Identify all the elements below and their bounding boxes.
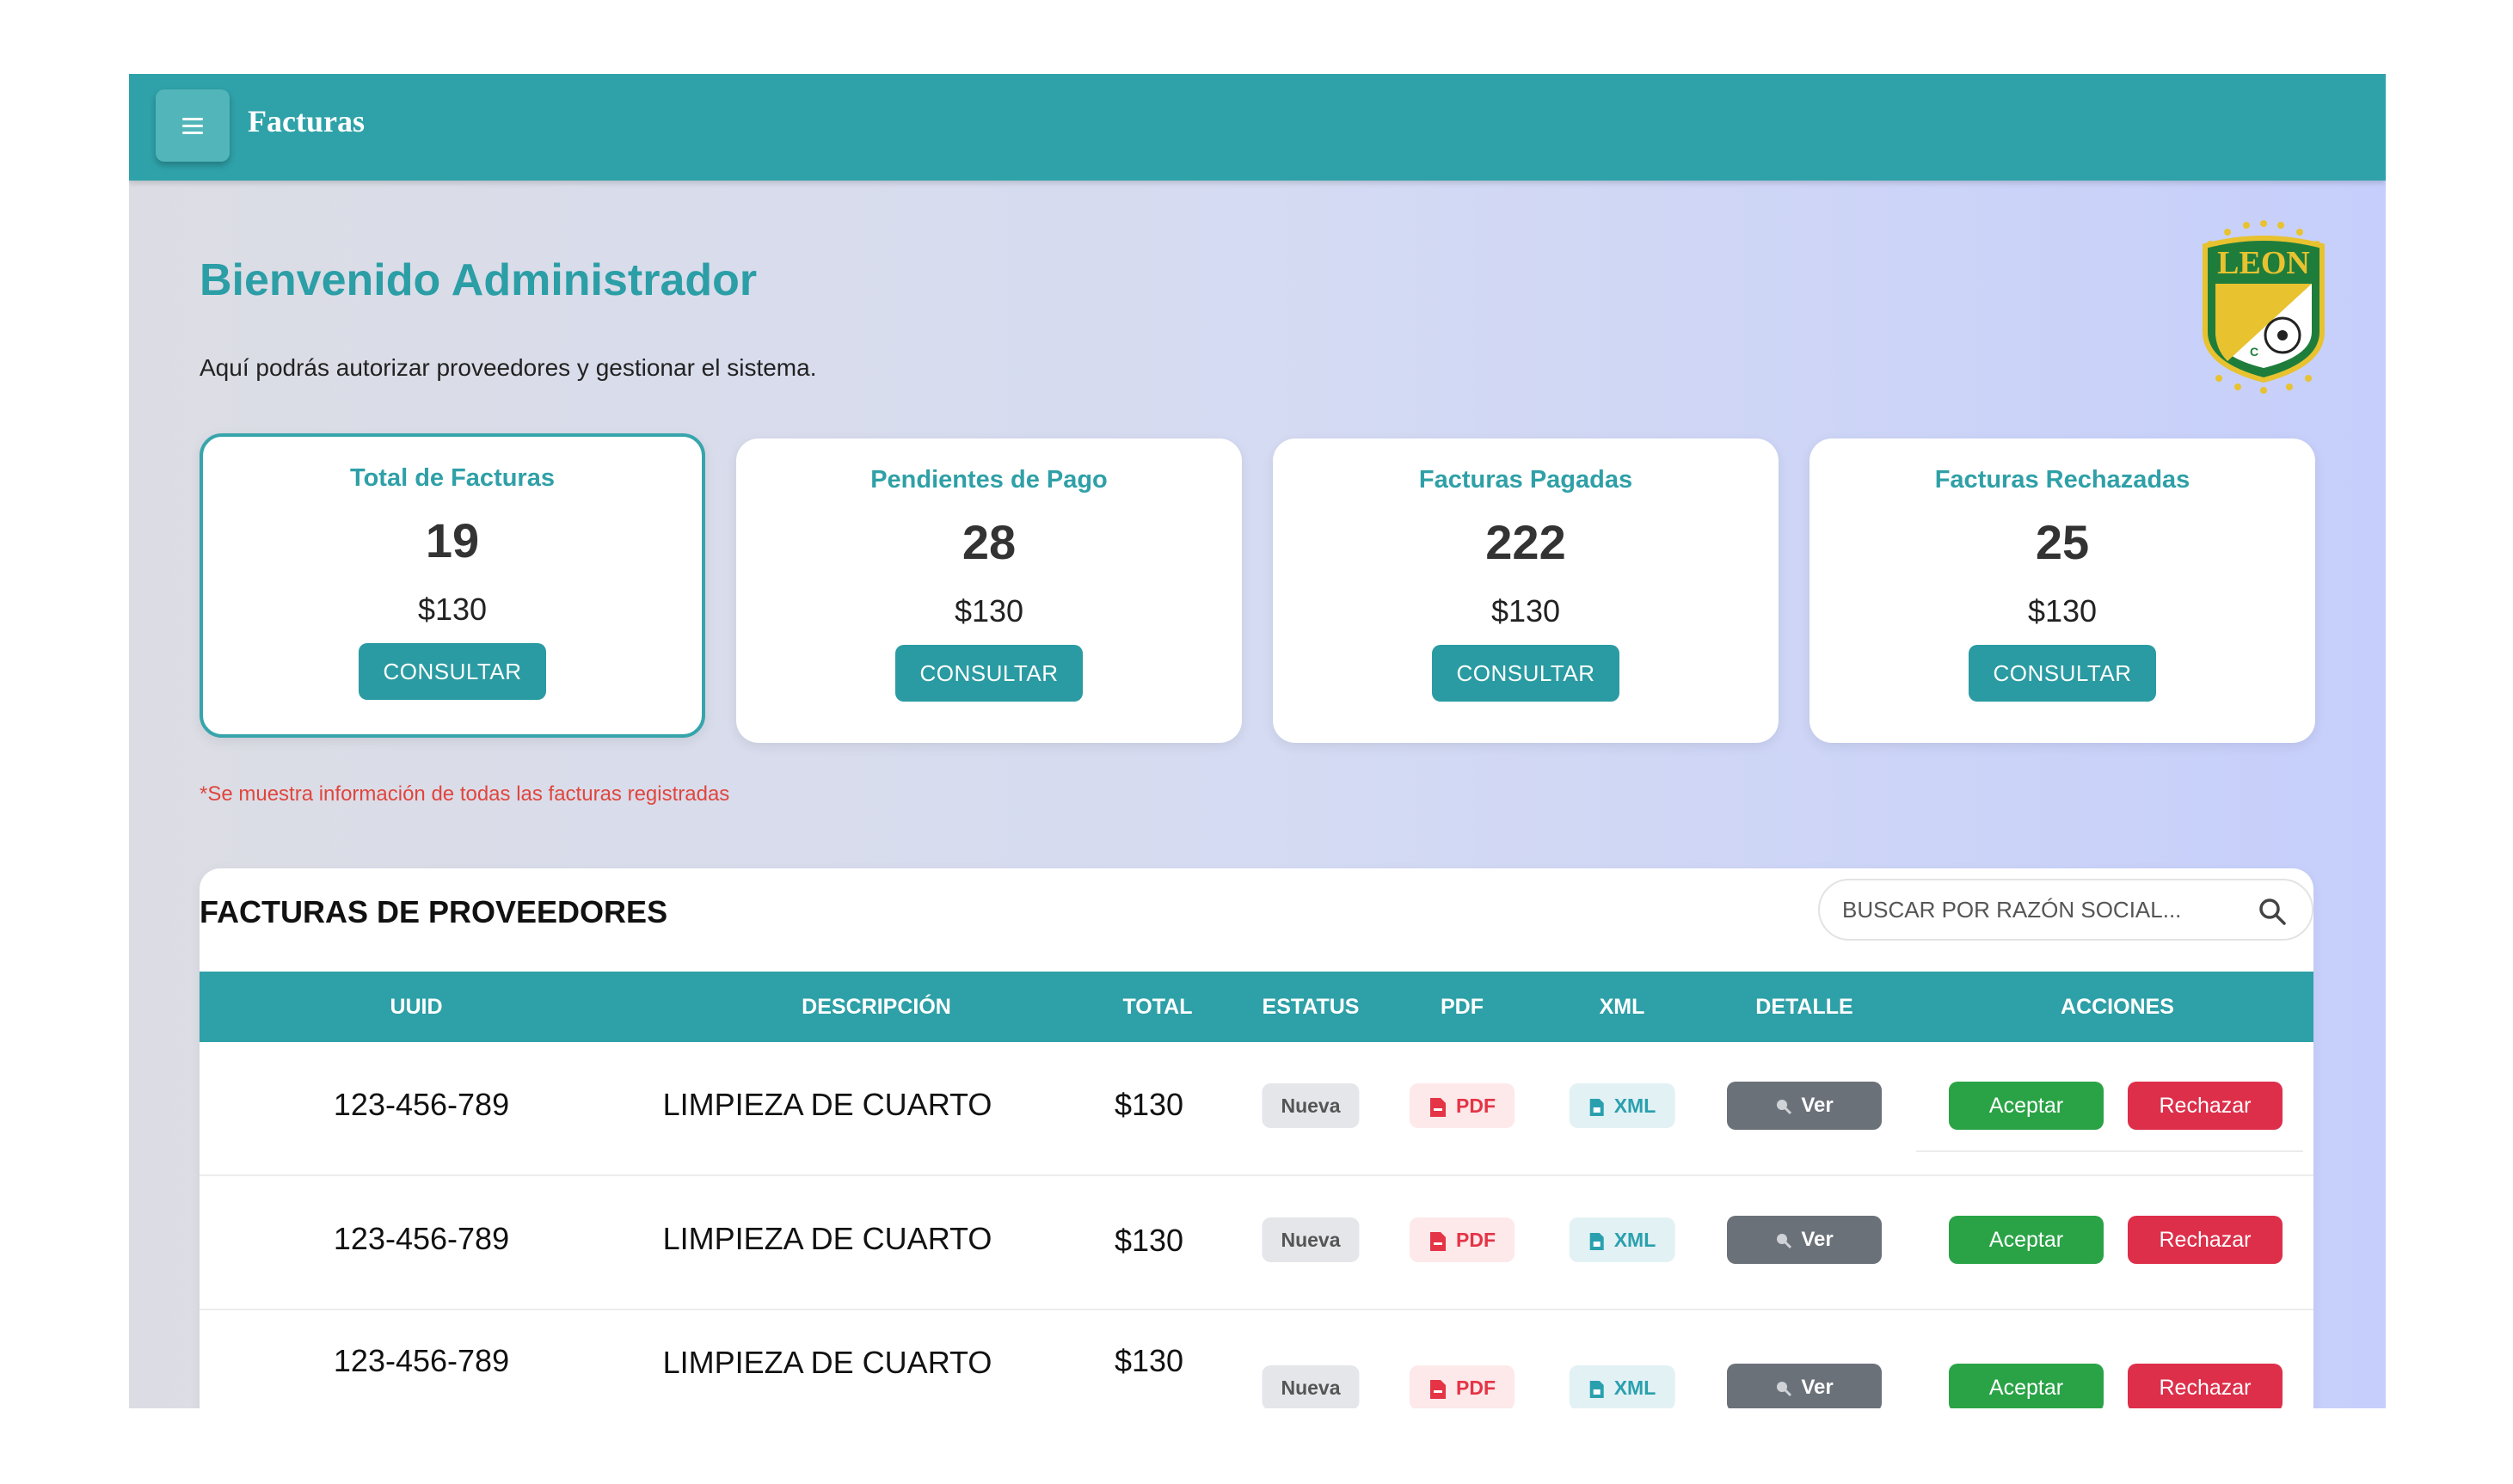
card-title: Facturas Rechazadas xyxy=(1934,466,2190,494)
magnifier-icon xyxy=(1777,1381,1792,1396)
card-count: 19 xyxy=(425,513,480,567)
card-amount: $130 xyxy=(1490,593,1561,629)
consultar-button[interactable]: CONSULTAR xyxy=(1969,645,2156,702)
search-icon[interactable] xyxy=(2257,896,2288,927)
cell-uuid: 123-456-789 xyxy=(333,1221,510,1256)
rechazar-button[interactable]: Rechazar xyxy=(2128,1216,2283,1264)
column-acciones: ACCIONES xyxy=(2061,995,2174,1019)
pdf-label: PDF xyxy=(1456,1095,1496,1117)
ver-label: Ver xyxy=(1801,1228,1834,1251)
consultar-button[interactable]: CONSULTAR xyxy=(895,645,1083,702)
cell-uuid: 123-456-789 xyxy=(333,1087,510,1122)
svg-text:LEON: LEON xyxy=(2217,245,2310,281)
table-row: 123-456-789 LIMPIEZA DE CUARTO $130 Nuev… xyxy=(200,1042,2313,1176)
cell-total: $130 xyxy=(1114,1223,1184,1258)
cell-uuid: 123-456-789 xyxy=(333,1343,510,1378)
card-title: Total de Facturas xyxy=(350,464,555,492)
cell-descripcion: LIMPIEZA DE CUARTO xyxy=(662,1221,992,1256)
rechazar-button[interactable]: Rechazar xyxy=(2128,1364,2283,1408)
welcome-title: Bienvenido Administrador xyxy=(200,255,758,305)
search-box xyxy=(1818,879,2313,941)
column-estatus: ESTATUS xyxy=(1262,995,1360,1019)
card-amount: $130 xyxy=(417,592,488,627)
column-descripcion: DESCRIPCIÓN xyxy=(802,995,951,1019)
card-title: Pendientes de Pago xyxy=(870,466,1108,494)
ver-detalle-button[interactable]: Ver xyxy=(1727,1216,1882,1264)
app-window: Facturas Bienvenido Administrador Aquí p… xyxy=(129,74,2386,1408)
column-uuid: UUID xyxy=(390,995,443,1019)
table-row: 123-456-789 LIMPIEZA DE CUARTO $130 Nuev… xyxy=(200,1176,2313,1310)
card-facturas-rechazadas: Facturas Rechazadas 25 $130 CONSULTAR xyxy=(1809,438,2315,743)
search-input[interactable] xyxy=(1842,892,2238,927)
xml-label: XML xyxy=(1613,1377,1656,1399)
card-facturas-pagadas: Facturas Pagadas 222 $130 CONSULTAR xyxy=(1273,438,1779,743)
pdf-label: PDF xyxy=(1456,1377,1496,1399)
xml-link[interactable]: XML xyxy=(1569,1217,1675,1262)
ver-detalle-button[interactable]: Ver xyxy=(1727,1364,1882,1408)
info-note: *Se muestra información de todas las fac… xyxy=(200,782,730,806)
file-xml-icon xyxy=(1589,1098,1604,1116)
status-badge: Nueva xyxy=(1262,1217,1360,1262)
pdf-link[interactable]: PDF xyxy=(1410,1083,1515,1128)
xml-label: XML xyxy=(1613,1229,1656,1251)
consultar-button[interactable]: CONSULTAR xyxy=(359,643,546,700)
page-title: Facturas xyxy=(248,104,365,138)
rechazar-button[interactable]: Rechazar xyxy=(2128,1082,2283,1130)
pdf-link[interactable]: PDF xyxy=(1410,1217,1515,1262)
status-badge: Nueva xyxy=(1262,1365,1360,1408)
aceptar-button[interactable]: Aceptar xyxy=(1949,1364,2104,1408)
cell-total: $130 xyxy=(1114,1087,1184,1122)
file-xml-icon xyxy=(1589,1380,1604,1398)
status-badge: Nueva xyxy=(1262,1083,1360,1128)
cell-descripcion: LIMPIEZA DE CUARTO xyxy=(662,1345,992,1380)
cell-total: $130 xyxy=(1114,1343,1184,1378)
xml-link[interactable]: XML xyxy=(1569,1083,1675,1128)
pdf-label: PDF xyxy=(1456,1229,1496,1251)
column-total: TOTAL xyxy=(1122,995,1193,1019)
table-row: 123-456-789 LIMPIEZA DE CUARTO $130 Nuev… xyxy=(200,1310,2313,1408)
acciones-divider xyxy=(1916,1150,2303,1152)
cell-descripcion: LIMPIEZA DE CUARTO xyxy=(662,1087,992,1122)
card-count: 222 xyxy=(1485,515,1566,569)
xml-label: XML xyxy=(1613,1095,1656,1117)
welcome-subtitle: Aquí podrás autorizar proveedores y gest… xyxy=(200,354,817,381)
ver-label: Ver xyxy=(1801,1094,1834,1117)
ver-detalle-button[interactable]: Ver xyxy=(1727,1082,1882,1130)
aceptar-button[interactable]: Aceptar xyxy=(1949,1216,2104,1264)
table-title: FACTURAS DE PROVEEDORES xyxy=(200,894,668,929)
file-pdf-icon xyxy=(1430,1379,1446,1399)
card-count: 28 xyxy=(962,515,1017,569)
pdf-link[interactable]: PDF xyxy=(1410,1365,1515,1408)
invoices-table-panel: FACTURAS DE PROVEEDORES UUID DESCRIPCIÓN… xyxy=(200,868,2313,1408)
magnifier-icon xyxy=(1777,1233,1792,1248)
file-pdf-icon xyxy=(1430,1097,1446,1117)
file-xml-icon xyxy=(1589,1232,1604,1250)
club-leon-crest-icon: LEON C xyxy=(2203,220,2325,394)
aceptar-button[interactable]: Aceptar xyxy=(1949,1082,2104,1130)
column-xml: XML xyxy=(1599,995,1645,1019)
magnifier-icon xyxy=(1777,1099,1792,1114)
menu-button[interactable] xyxy=(156,89,230,162)
consultar-button[interactable]: CONSULTAR xyxy=(1432,645,1619,702)
ver-label: Ver xyxy=(1801,1376,1834,1399)
column-detalle: DETALLE xyxy=(1755,995,1853,1019)
xml-link[interactable]: XML xyxy=(1569,1365,1675,1408)
card-pendientes-pago: Pendientes de Pago 28 $130 CONSULTAR xyxy=(736,438,1242,743)
file-pdf-icon xyxy=(1430,1231,1446,1251)
column-pdf: PDF xyxy=(1441,995,1484,1019)
svg-text:C: C xyxy=(2250,345,2258,359)
card-total-facturas: Total de Facturas 19 $130 CONSULTAR xyxy=(200,433,705,738)
top-bar: Facturas xyxy=(129,74,2386,181)
table-header: UUID DESCRIPCIÓN TOTAL ESTATUS PDF XML D… xyxy=(200,972,2313,1042)
card-amount: $130 xyxy=(954,593,1024,629)
hamburger-icon xyxy=(182,117,203,134)
card-count: 25 xyxy=(2035,515,2090,569)
card-amount: $130 xyxy=(2027,593,2098,629)
card-title: Facturas Pagadas xyxy=(1418,466,1633,494)
